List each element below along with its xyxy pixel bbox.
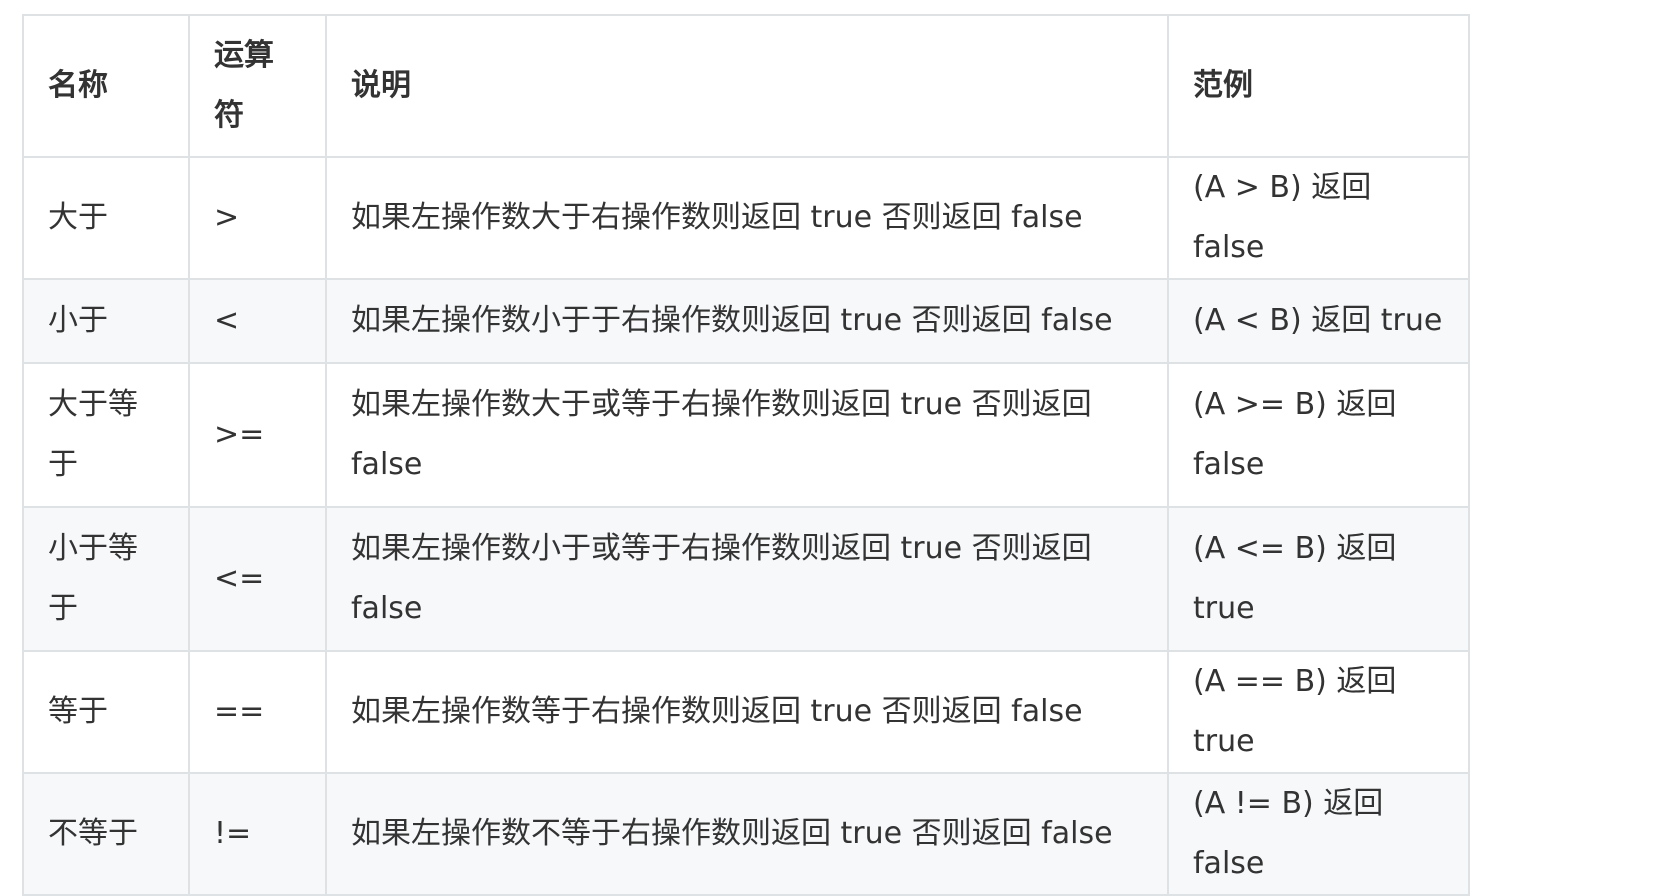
- cell-name: 大于: [22, 156, 190, 280]
- cell-name: 小于等于: [22, 506, 190, 652]
- header-example: 范例: [1167, 14, 1470, 158]
- table-row: 小于 < 如果左操作数小于于右操作数则返回 true 否则返回 false (A…: [22, 278, 1470, 364]
- cell-description: 如果左操作数小于于右操作数则返回 true 否则返回 false: [325, 278, 1169, 364]
- table-row: 小于等于 <= 如果左操作数小于或等于右操作数则返回 true 否则返回 fal…: [22, 506, 1470, 652]
- table-header: 名称 运算符 说明 范例: [22, 14, 1470, 158]
- header-operator: 运算符: [188, 14, 327, 158]
- comparison-operators-table: 名称 运算符 说明 范例 大于 > 如果左操作数大于右操作数则返回 true 否…: [22, 14, 1470, 896]
- cell-operator: !=: [188, 772, 327, 896]
- cell-operator: >=: [188, 362, 327, 508]
- cell-description: 如果左操作数大于或等于右操作数则返回 true 否则返回 false: [325, 362, 1169, 508]
- cell-name: 不等于: [22, 772, 190, 896]
- cell-name: 小于: [22, 278, 190, 364]
- table-row: 大于等于 >= 如果左操作数大于或等于右操作数则返回 true 否则返回 fal…: [22, 362, 1470, 508]
- cell-example: (A >= B) 返回 false: [1167, 362, 1470, 508]
- cell-operator: <=: [188, 506, 327, 652]
- cell-description: 如果左操作数不等于右操作数则返回 true 否则返回 false: [325, 772, 1169, 896]
- cell-example: (A <= B) 返回 true: [1167, 506, 1470, 652]
- header-description: 说明: [325, 14, 1169, 158]
- table-body: 大于 > 如果左操作数大于右操作数则返回 true 否则返回 false (A …: [22, 156, 1470, 896]
- cell-description: 如果左操作数等于右操作数则返回 true 否则返回 false: [325, 650, 1169, 774]
- header-row: 名称 运算符 说明 范例: [22, 14, 1470, 158]
- header-name: 名称: [22, 14, 190, 158]
- cell-name: 大于等于: [22, 362, 190, 508]
- cell-name: 等于: [22, 650, 190, 774]
- cell-operator: >: [188, 156, 327, 280]
- table-row: 不等于 != 如果左操作数不等于右操作数则返回 true 否则返回 false …: [22, 772, 1470, 896]
- table-row: 等于 == 如果左操作数等于右操作数则返回 true 否则返回 false (A…: [22, 650, 1470, 774]
- cell-example: (A != B) 返回 false: [1167, 772, 1470, 896]
- cell-operator: <: [188, 278, 327, 364]
- cell-description: 如果左操作数大于右操作数则返回 true 否则返回 false: [325, 156, 1169, 280]
- table-row: 大于 > 如果左操作数大于右操作数则返回 true 否则返回 false (A …: [22, 156, 1470, 280]
- cell-description: 如果左操作数小于或等于右操作数则返回 true 否则返回 false: [325, 506, 1169, 652]
- cell-example: (A == B) 返回 true: [1167, 650, 1470, 774]
- cell-example: (A < B) 返回 true: [1167, 278, 1470, 364]
- cell-operator: ==: [188, 650, 327, 774]
- cell-example: (A > B) 返回 false: [1167, 156, 1470, 280]
